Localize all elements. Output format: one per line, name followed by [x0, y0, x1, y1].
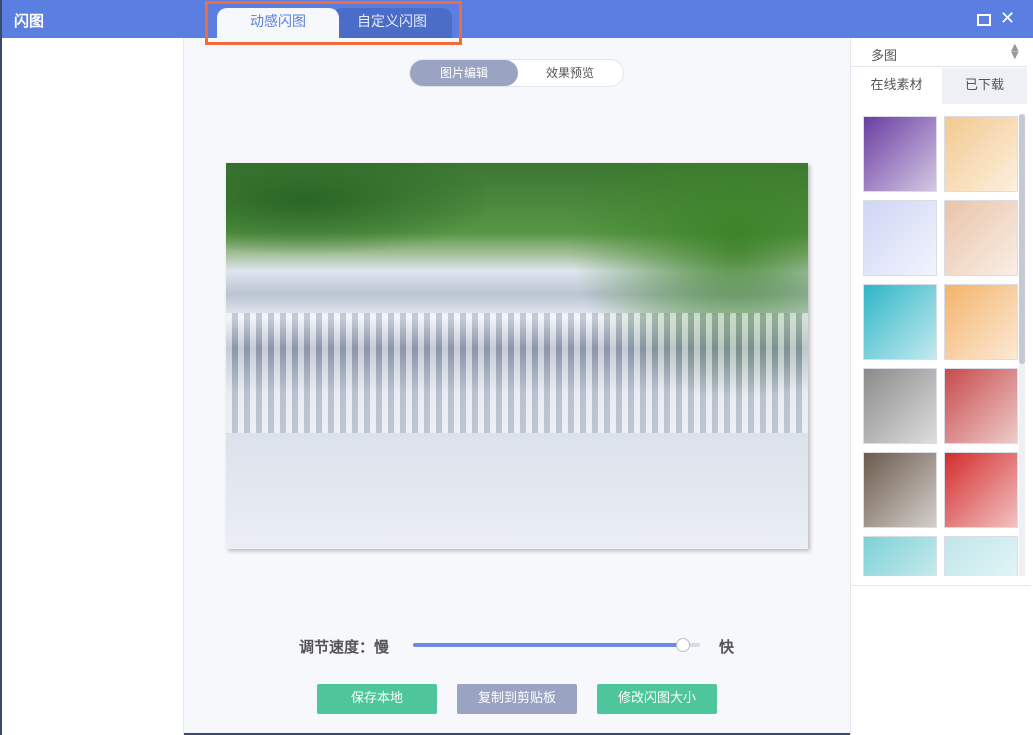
thumbnail-grid: [860, 114, 1024, 576]
speed-label: 调节速度：慢: [299, 638, 390, 656]
thumbnail-two-people-photo[interactable]: [863, 368, 937, 444]
maximize-icon[interactable]: [977, 14, 991, 26]
app-window: 闪图 自定义闪图 动感闪图 ✕ 图片编辑 效果预览 调节速度：慢 快 保存本地 …: [0, 0, 1033, 735]
tab-effect-preview[interactable]: 效果预览: [516, 60, 624, 86]
thumbnail-bubbles-car[interactable]: [863, 200, 937, 276]
image-canvas[interactable]: [226, 163, 808, 549]
tab-online-materials[interactable]: 在线素材: [851, 68, 942, 104]
thumbnail-purple-monsters[interactable]: [944, 452, 1018, 528]
resize-button[interactable]: 修改闪图大小: [597, 684, 717, 714]
speed-slider-fill: [413, 643, 683, 647]
thumbnail-love-galaxy[interactable]: [863, 116, 937, 192]
app-title: 闪图: [14, 12, 45, 30]
right-panel-divider: [851, 585, 1031, 586]
close-icon[interactable]: ✕: [1000, 10, 1015, 28]
select-arrows-icon: ▲ ▼: [1011, 42, 1019, 61]
thumbnail-striped-pattern[interactable]: [944, 536, 1018, 576]
thumbnail-scrollbar[interactable]: [1019, 114, 1025, 576]
scrollbar-thumb[interactable]: [1019, 114, 1025, 364]
thumbnail-cartoon-collage[interactable]: [944, 116, 1018, 192]
photo-foliage-left: [226, 163, 486, 253]
photo-waterfall: [226, 313, 808, 433]
save-local-button[interactable]: 保存本地: [317, 684, 437, 714]
tabs-highlight-box: [205, 1, 462, 45]
thumbnail-girl-dark-portrait[interactable]: [863, 452, 937, 528]
thumbnail-duck-cartoon[interactable]: [863, 284, 937, 360]
view-toggle: 图片编辑 效果预览: [409, 59, 624, 87]
thumbnail-penguin-cartoon[interactable]: [863, 536, 937, 576]
tab-downloaded[interactable]: 已下载: [942, 68, 1027, 104]
title-bar: 闪图 自定义闪图 动感闪图 ✕: [2, 0, 1033, 45]
speed-slider[interactable]: [413, 643, 700, 647]
tab-image-edit[interactable]: 图片编辑: [410, 60, 518, 86]
category-select[interactable]: 多图 ▲ ▼: [851, 39, 1027, 67]
speed-slider-handle[interactable]: [675, 638, 690, 652]
thumbnail-green-leaf-sunburst[interactable]: [944, 284, 1018, 360]
category-select-value: 多图: [871, 49, 898, 64]
speed-fast-label: 快: [719, 638, 735, 656]
left-panel: [2, 38, 184, 735]
thumbnail-group-colorful[interactable]: [944, 368, 1018, 444]
thumbnail-girl-portrait[interactable]: [944, 200, 1018, 276]
copy-clipboard-button[interactable]: 复制到剪贴板: [457, 684, 577, 714]
